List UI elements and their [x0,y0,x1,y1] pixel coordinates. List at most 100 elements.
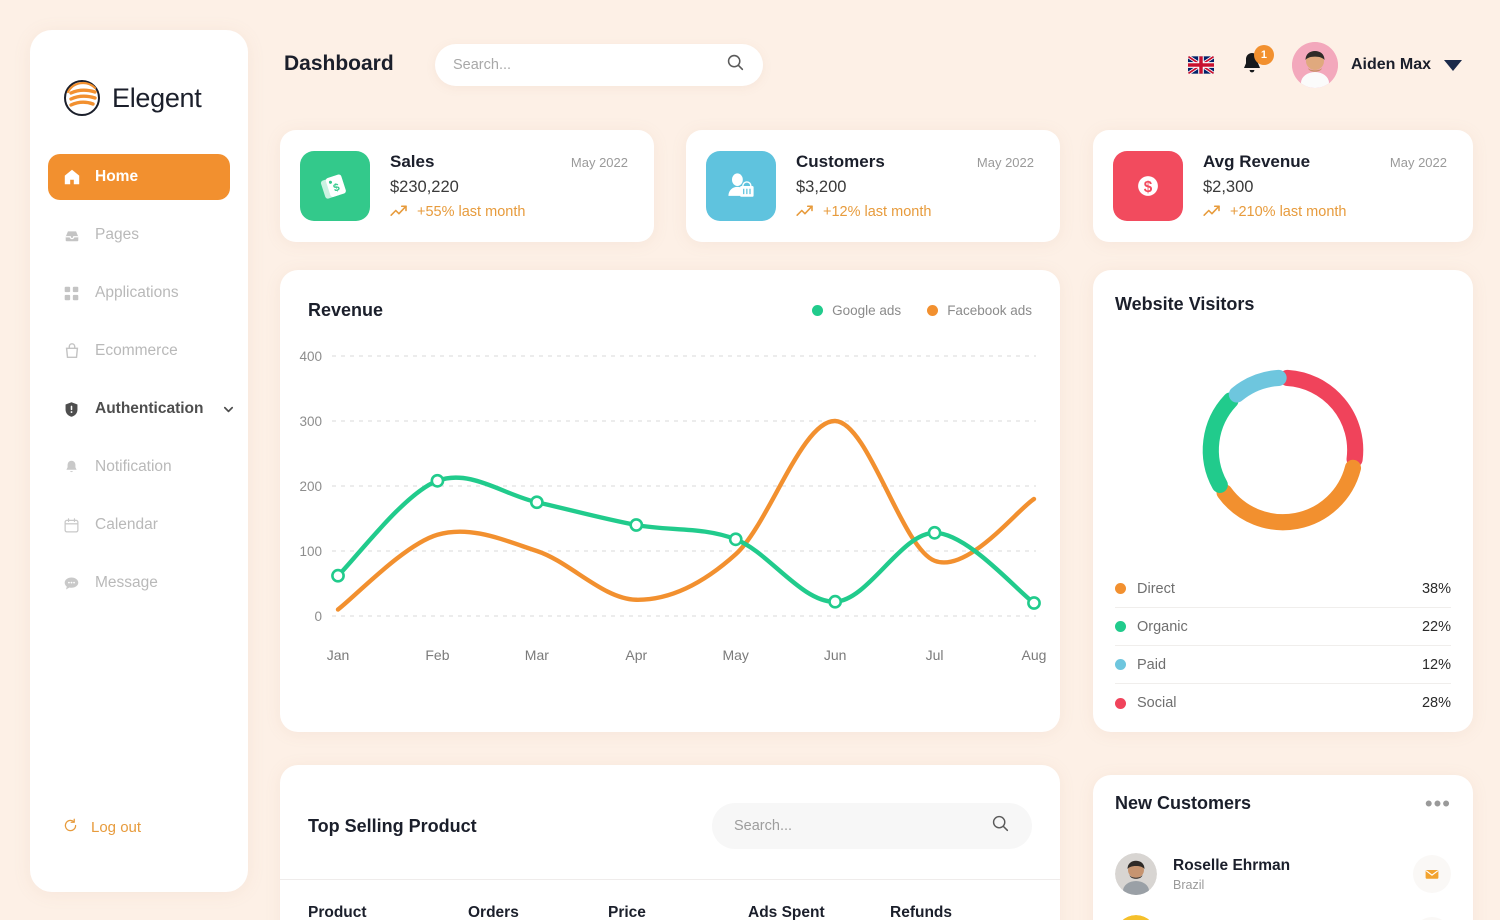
top-selling-product-card: Top Selling Product Product Orders Price… [280,765,1060,920]
donut-segment-paid[interactable] [1228,369,1287,403]
svg-text:Jul: Jul [926,647,944,663]
list-item[interactable]: Roselle Ehrman Brazil [1115,843,1451,905]
search-icon[interactable] [991,814,1010,838]
sidebar-item-message[interactable]: Message [48,560,230,606]
customer-info: Roselle Ehrman Brazil [1173,857,1413,892]
svg-text:Aug: Aug [1022,647,1047,663]
donut-segment-organic[interactable] [1202,392,1239,493]
notifications-button[interactable]: 1 [1240,45,1274,79]
sidebar-nav: Home Pages Applications Ecommerce Authen… [30,154,248,606]
visitors-value: 12% [1421,656,1451,673]
visitors-row-social[interactable]: Social 28% [1115,684,1451,722]
stat-value: $2,300 [1203,177,1254,196]
svg-text:Feb: Feb [425,647,449,663]
stat-body: Customers May 2022 $3,200 +12% last mont… [796,152,1034,221]
customers-list: Roselle Ehrman Brazil [1115,843,1451,920]
legend-label: Facebook ads [947,303,1032,318]
product-search[interactable] [712,803,1032,849]
visitors-label: Social [1137,695,1177,711]
pages-icon [62,226,81,245]
chevron-down-icon[interactable] [1444,59,1462,71]
revenue-line-chart: 0 100 200 300 400 Jan Feb Mar Apr May Jun Jul Aug [280,330,1060,720]
revenue-header: Revenue Google ads Facebook ads [308,300,1032,321]
stat-delta-label: +55% last month [417,204,526,220]
brand-logo[interactable]: Elegent [30,30,248,118]
sidebar-item-label: Notification [95,458,172,475]
price-tag-icon: $ [300,151,370,221]
sidebar-item-applications[interactable]: Applications [48,270,230,316]
mail-icon[interactable] [1413,855,1451,893]
dollar-icon: $ [1113,151,1183,221]
stat-value: $3,200 [796,177,847,196]
customers-header: New Customers ••• [1115,792,1451,814]
header-actions: 1 Aiden Max [1187,42,1462,88]
avatar [1115,853,1157,895]
avatar [1115,915,1157,920]
logout-label: Log out [91,819,142,836]
legend-dot [1115,621,1126,632]
uk-flag-icon[interactable] [1187,56,1214,74]
bag-icon [62,342,81,361]
search-input[interactable] [453,57,726,73]
grid-icon [62,284,81,303]
trend-up-icon [796,204,815,221]
legend-item-facebook-ads[interactable]: Facebook ads [927,303,1032,318]
stat-delta: +12% last month [796,204,1034,221]
customers-title: New Customers [1115,793,1252,813]
product-search-input[interactable] [734,818,991,834]
notification-badge: 1 [1253,45,1274,65]
stat-card-sales[interactable]: $ Sales May 2022 $230,220 +55% last mont… [280,130,654,242]
donut-segment-direct[interactable] [1216,459,1362,531]
chevron-down-icon[interactable] [222,403,235,416]
stat-value: $230,220 [390,177,459,196]
stat-delta-label: +210% last month [1230,204,1347,220]
visitors-row-direct[interactable]: Direct 38% [1115,570,1451,608]
visitors-legend: Direct 38% Organic 22% Paid 12% Social 2… [1115,570,1451,722]
ellipsis-icon[interactable]: ••• [1425,792,1451,814]
product-table-header: Product Orders Price Ads Spent Refunds [280,879,1060,920]
visitors-value: 28% [1421,695,1451,711]
stat-card-customers[interactable]: Customers May 2022 $3,200 +12% last mont… [686,130,1060,242]
sidebar-item-home[interactable]: Home [48,154,230,200]
sidebar-item-notification[interactable]: Notification [48,444,230,490]
visitors-value: 38% [1421,580,1451,597]
visitors-row-organic[interactable]: Organic 22% [1115,608,1451,646]
home-icon [62,168,81,187]
dashboard-app: Elegent Home Pages Applications Ecommerc… [0,0,1500,920]
sidebar-item-ecommerce[interactable]: Ecommerce [48,328,230,374]
svg-text:300: 300 [299,414,322,429]
svg-text:Jun: Jun [824,647,847,663]
shield-icon [62,400,81,419]
search-icon[interactable] [726,53,745,77]
sidebar-item-label: Home [95,168,139,185]
sidebar-item-calendar[interactable]: Calendar [48,502,230,548]
sidebar-item-pages[interactable]: Pages [48,212,230,258]
revenue-title: Revenue [308,300,384,320]
visitors-value: 22% [1421,618,1451,635]
svg-text:Apr: Apr [625,647,647,663]
donut-chart-svg [1202,369,1364,531]
user-name: Aiden Max [1350,56,1431,73]
visitors-row-paid[interactable]: Paid 12% [1115,646,1451,684]
logout-button[interactable]: Log out [62,817,141,838]
stat-title: Customers [796,151,885,171]
global-search[interactable] [435,44,763,86]
stat-body: Sales May 2022 $230,220 +55% last month [390,152,628,221]
user-menu[interactable]: Aiden Max [1291,42,1462,88]
chat-icon [62,574,81,593]
legend-dot [1115,659,1126,670]
sidebar-item-label: Calendar [95,516,158,533]
sidebar-item-label: Ecommerce [95,342,178,359]
list-item[interactable] [1115,905,1451,920]
visitors-title: Website Visitors [1115,294,1255,314]
stat-card-avg-revenue[interactable]: $ Avg Revenue May 2022 $2,300 +210% last… [1093,130,1473,242]
revenue-chart-svg: 0 100 200 300 400 Jan Feb Mar Apr May Jun Jul Aug [299,349,1047,663]
legend-item-google-ads[interactable]: Google ads [812,303,901,318]
website-visitors-card: Website Visitors Direct 38% Organic 22% … [1093,270,1473,732]
svg-text:100: 100 [299,544,322,559]
sidebar-item-authentication[interactable]: Authentication [48,386,233,432]
donut-segment-social[interactable] [1279,369,1364,468]
svg-text:Jan: Jan [327,647,350,663]
legend-dot [1115,583,1126,594]
bell-icon [62,458,81,477]
